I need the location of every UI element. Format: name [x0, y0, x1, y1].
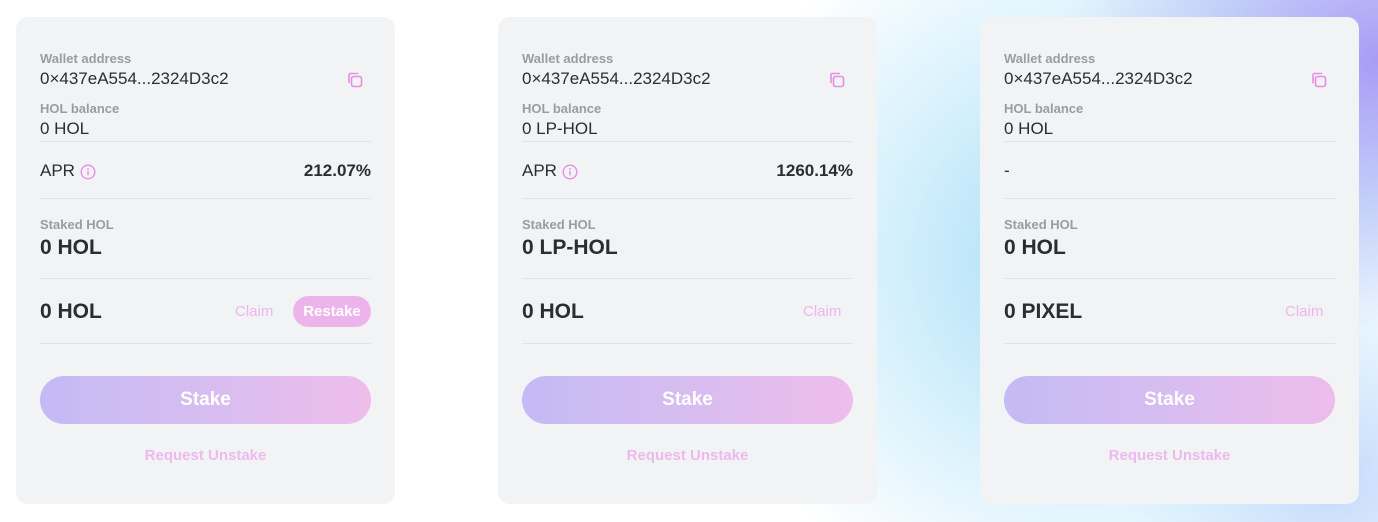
staked-value: 0 LP-HOL — [522, 236, 618, 259]
balance-label: HOL balance — [40, 101, 120, 116]
staked-label: Staked HOL — [1004, 217, 1078, 232]
restake-button[interactable]: Restake — [293, 296, 371, 327]
balance-value: 0 HOL — [40, 119, 90, 138]
apr-label: APR — [40, 161, 75, 180]
request-unstake-link[interactable]: Request Unstake — [522, 447, 853, 464]
info-icon[interactable] — [80, 164, 96, 180]
reward-value: 0 PIXEL — [1004, 300, 1083, 323]
divider — [1004, 343, 1335, 344]
reward-value: 0 HOL — [522, 300, 584, 323]
wallet-address-label: Wallet address — [1004, 51, 1096, 66]
divider — [1004, 198, 1335, 199]
wallet-address-value: 0×437eA554...2324D3c2 — [40, 69, 229, 88]
apr-value: 212.07% — [303, 161, 371, 180]
staking-card-hol: Wallet address 0×437eA554...2324D3c2 HOL… — [16, 17, 395, 504]
balance-value: 0 HOL — [1004, 119, 1054, 138]
balance-value: 0 LP-HOL — [522, 119, 598, 138]
divider — [1004, 278, 1335, 279]
copy-icon[interactable] — [346, 71, 364, 89]
info-icon[interactable] — [562, 164, 578, 180]
apr-row: APR 212.07% — [40, 161, 371, 183]
staking-card-pixel: Wallet address 0×437eA554...2324D3c2 HOL… — [980, 17, 1359, 504]
divider — [522, 278, 853, 279]
divider — [522, 141, 853, 142]
staking-card-lp-hol: Wallet address 0×437eA554...2324D3c2 HOL… — [498, 17, 877, 504]
stake-button[interactable]: Stake — [40, 376, 371, 424]
balance-label: HOL balance — [522, 101, 602, 116]
divider — [40, 278, 371, 279]
staked-label: Staked HOL — [522, 217, 596, 232]
copy-icon[interactable] — [1310, 71, 1328, 89]
claim-button[interactable]: Claim — [803, 303, 841, 320]
divider — [522, 343, 853, 344]
staked-label: Staked HOL — [40, 217, 114, 232]
divider — [40, 198, 371, 199]
claim-button[interactable]: Claim — [235, 303, 273, 320]
stake-button[interactable]: Stake — [1004, 376, 1335, 424]
stake-button[interactable]: Stake — [522, 376, 853, 424]
divider — [40, 141, 371, 142]
claim-button[interactable]: Claim — [1285, 303, 1323, 320]
request-unstake-link[interactable]: Request Unstake — [1004, 447, 1335, 464]
apr-row: APR 1260.14% — [522, 161, 853, 183]
wallet-address-label: Wallet address — [522, 51, 614, 66]
apr-label: APR — [522, 161, 557, 180]
divider — [1004, 141, 1335, 142]
divider — [40, 343, 371, 344]
staked-value: 0 HOL — [40, 236, 102, 259]
divider — [522, 198, 853, 199]
reward-value: 0 HOL — [40, 300, 102, 323]
copy-icon[interactable] — [828, 71, 846, 89]
apr-value: - — [1004, 161, 1010, 180]
wallet-address-value: 0×437eA554...2324D3c2 — [1004, 69, 1193, 88]
balance-label: HOL balance — [1004, 101, 1084, 116]
wallet-address-value: 0×437eA554...2324D3c2 — [522, 69, 711, 88]
request-unstake-link[interactable]: Request Unstake — [40, 447, 371, 464]
wallet-address-label: Wallet address — [40, 51, 132, 66]
apr-value: 1260.14% — [776, 161, 853, 180]
staked-value: 0 HOL — [1004, 236, 1066, 259]
